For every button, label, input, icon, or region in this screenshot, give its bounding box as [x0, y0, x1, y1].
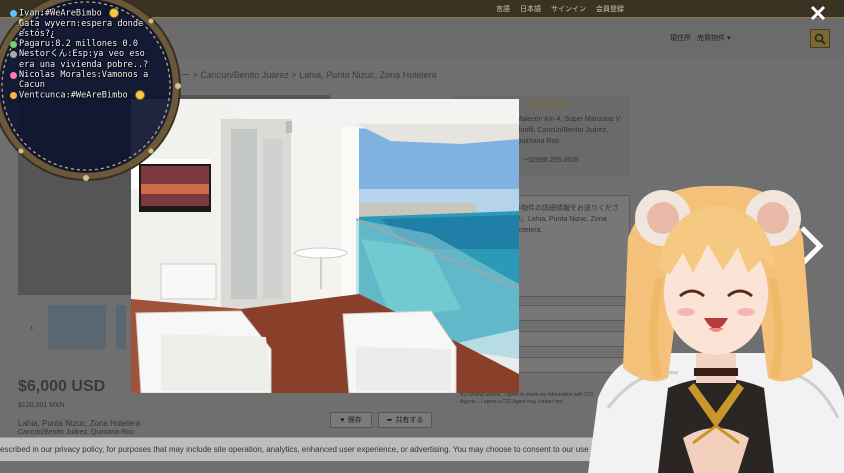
chat-messages: Ivan:#WeAreBimbo Gata wyvern:espera dond…: [10, 8, 160, 101]
lightbox-photo: [131, 99, 519, 393]
filter-label: 現住所: [670, 35, 691, 42]
chat-message: Nicolas Morales:Vamonos a Cacun: [10, 70, 160, 90]
smile-emoji-icon: [134, 90, 145, 101]
top-link-signin[interactable]: サインイン: [551, 4, 586, 14]
share-button[interactable]: ➦ 共有する: [378, 412, 432, 428]
chat-message: Pagaru:8.2 millones 0.0: [10, 39, 160, 49]
search-icon: [814, 33, 826, 45]
thumbnail-strip: [48, 305, 126, 349]
save-button[interactable]: ♥ 保存: [330, 412, 372, 428]
listing-address: Lahia, Punta Nizuc, Zona Hotelera: [18, 419, 141, 428]
thumbnail[interactable]: [116, 305, 126, 349]
balcony-photo: [131, 99, 519, 393]
listing-city: Cancún/Benito Juárez, Quintana Roo: [18, 429, 134, 436]
stream-chat-overlay: Ivan:#WeAreBimbo Gata wyvern:espera dond…: [0, 0, 184, 184]
user-badge-icon: [10, 10, 17, 17]
search-button[interactable]: [810, 29, 830, 48]
chat-message: Gata wyvern:espera donde estós?¿: [10, 19, 160, 39]
agent-address: Malecón Kin 4, Super Manzana V Bonfil, C…: [516, 116, 621, 145]
search-filter: 現住所 売買物件 ▾: [670, 33, 730, 43]
filter-select[interactable]: 売買物件 ▾: [697, 33, 730, 43]
user-badge-icon: [10, 41, 17, 49]
cookie-text: escribed in our privacy policy, for purp…: [0, 445, 607, 454]
user-badge-icon: [10, 51, 17, 59]
breadcrumb[interactable]: ロー > Cancún/Benito Juárez > Lahia, Punta…: [172, 68, 437, 81]
user-badge-icon: [10, 71, 17, 79]
user-badge-icon: [10, 92, 17, 100]
smile-emoji-icon: [108, 8, 119, 18]
agent-phone[interactable]: +52998.295.3505: [524, 157, 579, 164]
listing-price: $6,000 USD: [18, 378, 106, 395]
user-badge-icon: [10, 21, 17, 28]
chat-message: Nestorくん:Esp:ya veo eso era una vivienda…: [10, 49, 160, 70]
close-icon: [810, 5, 826, 21]
top-link-japanese[interactable]: 日本語: [520, 4, 541, 14]
agent-name[interactable]: Elite Advisors: [528, 102, 570, 109]
close-button[interactable]: [808, 3, 828, 23]
top-link-language[interactable]: 言語: [496, 4, 510, 14]
chat-message: Ventcunca:#WeAreBimbo: [10, 90, 160, 101]
heart-icon: ♥: [340, 416, 345, 424]
top-link-register[interactable]: 会員登録: [596, 4, 624, 14]
chevron-left-icon[interactable]: ‹: [30, 322, 33, 333]
listing-price-mxn: $120,201 MXN: [18, 402, 65, 409]
thumbnail[interactable]: [48, 305, 106, 349]
top-links: 言語 日本語 サインイン 会員登録: [496, 4, 624, 14]
share-icon: ➦: [386, 417, 393, 424]
streamer-avatar: [588, 178, 844, 473]
chat-message: Ivan:#WeAreBimbo: [10, 8, 160, 19]
